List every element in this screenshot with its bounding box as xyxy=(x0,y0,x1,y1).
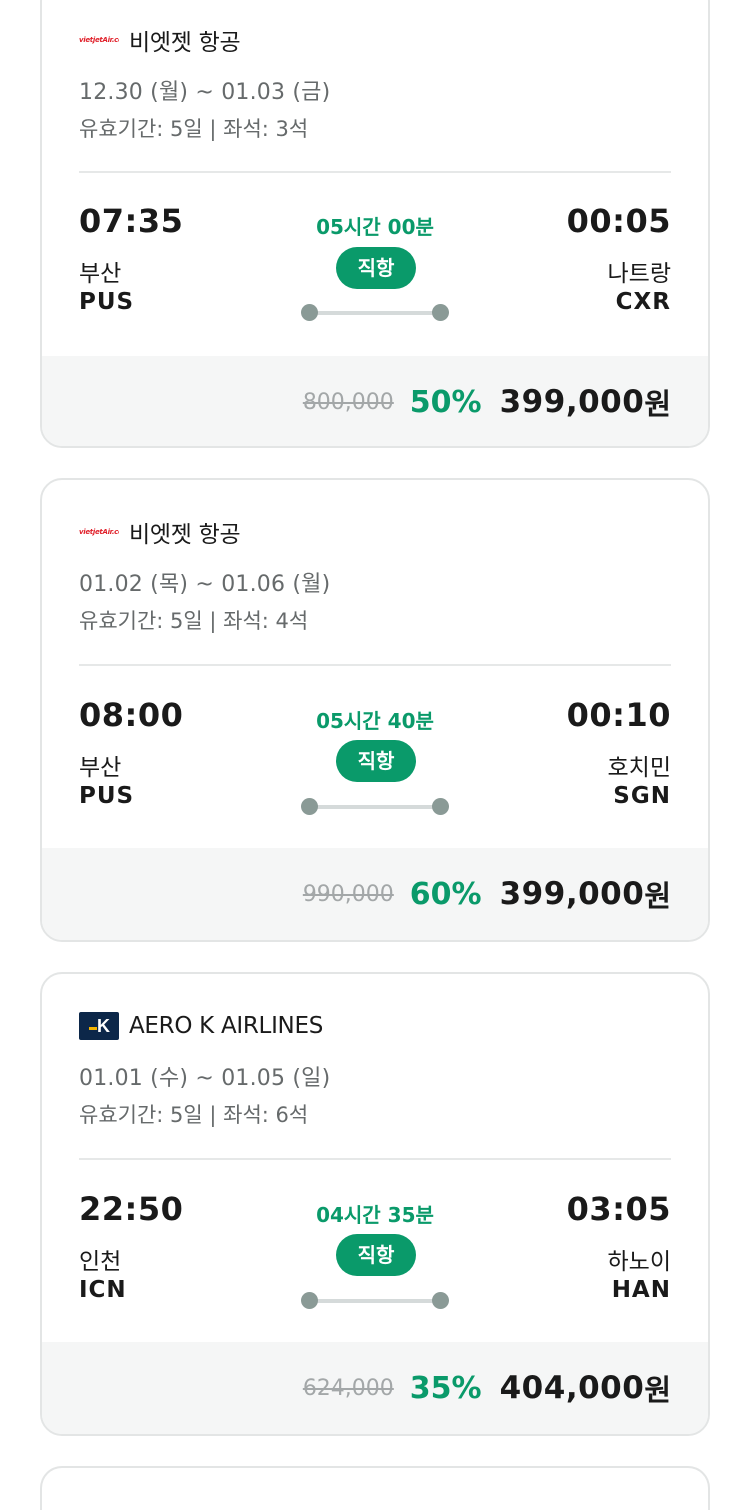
arrival-city: 하노이 xyxy=(607,1249,671,1275)
route-line xyxy=(309,311,442,315)
route-origin-dot xyxy=(301,798,318,815)
arrival-time: 00:05 xyxy=(566,202,671,240)
route-destination-dot xyxy=(432,798,449,815)
airline-name: AERO K AIRLINES xyxy=(129,1013,323,1039)
arrival-city: 나트랑 xyxy=(607,261,671,287)
currency-unit: 원 xyxy=(644,879,671,913)
original-price: 624,000 xyxy=(302,1375,394,1401)
airline-name: 비엣젯 항공 xyxy=(129,30,241,56)
currency-unit: 원 xyxy=(644,387,671,421)
flight-card[interactable]: vietjetAir.com 비엣젯 항공 01.02 (목) ~ 01.06 … xyxy=(40,478,710,942)
travel-dates: 01.01 (수) ~ 01.05 (일) xyxy=(79,1066,331,1091)
flight-card[interactable]: vietjetAir.com 비엣젯 항공 12.30 (월) ~ 01.03 … xyxy=(40,0,710,448)
logo-letter: K xyxy=(97,1016,110,1036)
arrival-code: CXR xyxy=(615,289,671,315)
discount-rate: 35% xyxy=(409,1370,482,1406)
discount-rate: 50% xyxy=(409,384,482,420)
arrival-city: 호치민 xyxy=(607,755,671,781)
price-bar: 990,000 60% 399,000 원 xyxy=(42,848,708,940)
aerok-logo: K xyxy=(79,1012,119,1040)
sale-price: 404,000 xyxy=(499,1370,645,1406)
original-price: 800,000 xyxy=(302,389,394,415)
validity-seats: 유효기간: 5일 | 좌석: 3석 xyxy=(79,117,309,141)
departure-code: PUS xyxy=(79,783,135,809)
airline-name: 비엣젯 항공 xyxy=(129,522,241,548)
flight-card[interactable]: K AERO K AIRLINES 01.01 (수) ~ 01.05 (일) … xyxy=(40,972,710,1436)
route-origin-dot xyxy=(301,304,318,321)
direct-flight-badge: 직항 xyxy=(336,740,416,782)
flight-deal-list: vietjetAir.com 비엣젯 항공 12.30 (월) ~ 01.03 … xyxy=(0,0,750,1510)
divider xyxy=(79,664,671,666)
direct-flight-badge: 직항 xyxy=(336,1234,416,1276)
departure-city: 인천 xyxy=(79,1249,122,1275)
original-price: 990,000 xyxy=(302,881,394,907)
arrival-time: 03:05 xyxy=(566,1190,671,1228)
validity-seats: 유효기간: 5일 | 좌석: 4석 xyxy=(79,609,309,633)
travel-dates: 12.30 (월) ~ 01.03 (금) xyxy=(79,80,331,105)
vietjet-logo: vietjetAir.com xyxy=(79,36,119,44)
departure-city: 부산 xyxy=(79,755,122,781)
airline-row: vietjetAir.com 비엣젯 항공 xyxy=(79,516,241,548)
currency-unit: 원 xyxy=(644,1373,671,1407)
vietjet-logo: vietjetAir.com xyxy=(79,528,119,536)
validity-seats: 유효기간: 5일 | 좌석: 6석 xyxy=(79,1103,309,1127)
airline-row: K AERO K AIRLINES xyxy=(79,1010,323,1042)
divider xyxy=(79,1158,671,1160)
price-bar: 624,000 35% 404,000 원 xyxy=(42,1342,708,1434)
route-destination-dot xyxy=(432,1292,449,1309)
arrival-code: HAN xyxy=(611,1277,671,1303)
logo-accent xyxy=(89,1027,97,1030)
flight-card[interactable] xyxy=(40,1466,710,1510)
route-origin-dot xyxy=(301,1292,318,1309)
travel-dates: 01.02 (목) ~ 01.06 (월) xyxy=(79,572,331,597)
route-destination-dot xyxy=(432,304,449,321)
divider xyxy=(79,171,671,173)
sale-price: 399,000 xyxy=(499,384,645,420)
departure-code: ICN xyxy=(79,1277,127,1303)
discount-rate: 60% xyxy=(409,876,482,912)
price-bar: 800,000 50% 399,000 원 xyxy=(42,356,708,446)
sale-price: 399,000 xyxy=(499,876,645,912)
arrival-code: SGN xyxy=(613,783,671,809)
departure-city: 부산 xyxy=(79,261,122,287)
airline-row: vietjetAir.com 비엣젯 항공 xyxy=(79,24,241,56)
arrival-time: 00:10 xyxy=(566,696,671,734)
route-line xyxy=(309,1299,442,1303)
direct-flight-badge: 직항 xyxy=(336,247,416,289)
departure-code: PUS xyxy=(79,289,135,315)
route-line xyxy=(309,805,442,809)
